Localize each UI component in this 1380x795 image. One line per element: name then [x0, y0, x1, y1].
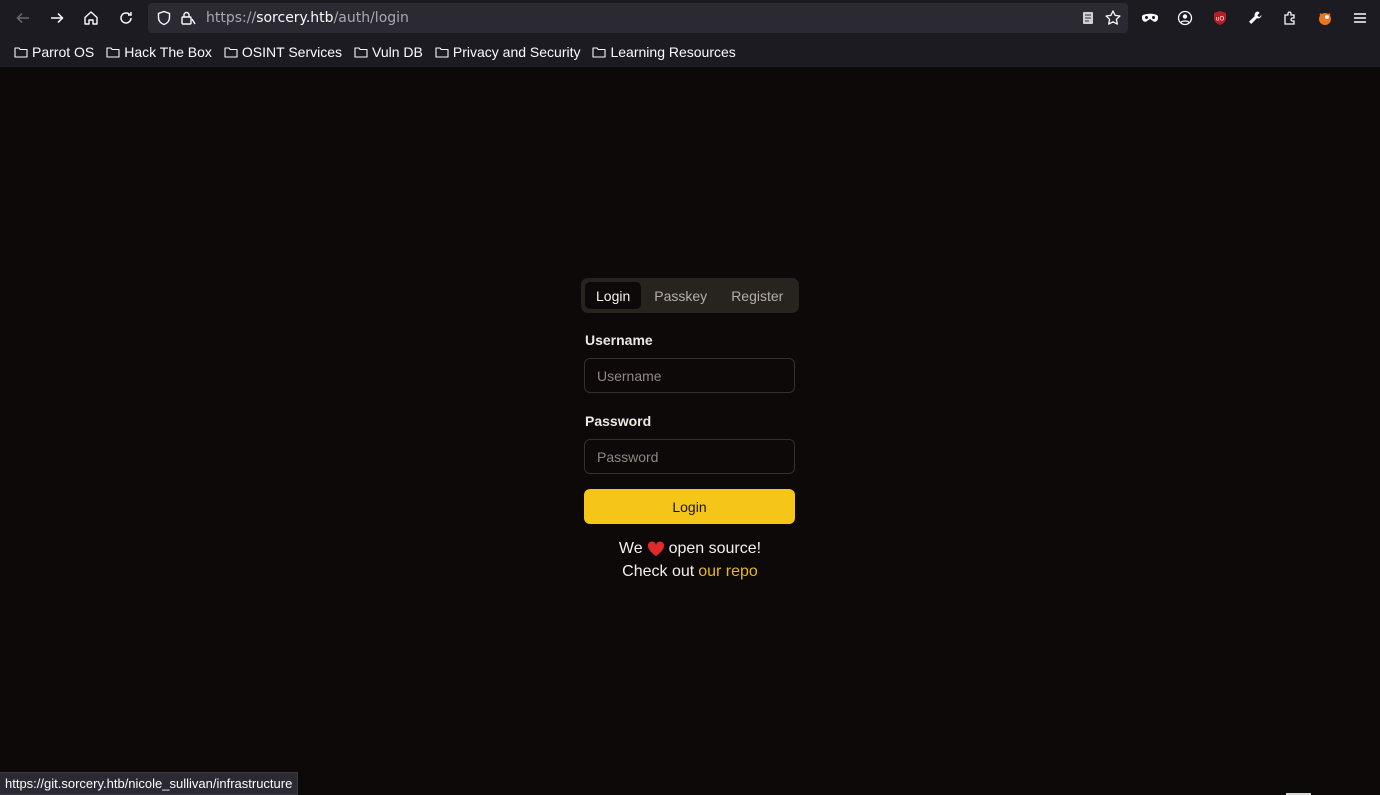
url-scheme: https://: [206, 10, 257, 26]
folder-icon: [354, 46, 368, 58]
auth-tabs: Login Passkey Register: [581, 278, 799, 313]
mask-icon: [1142, 13, 1158, 22]
foxyproxy-button[interactable]: [1310, 3, 1340, 33]
forward-button[interactable]: [42, 3, 72, 33]
bookmark-label: Learning Resources: [610, 43, 736, 60]
open-source-message: We open source!: [560, 540, 820, 558]
password-label: Password: [585, 413, 652, 429]
arrow-right-icon: [51, 12, 64, 24]
arrow-left-icon: [16, 12, 29, 24]
bookmark-folder-privacy-and-security[interactable]: Privacy and Security: [429, 40, 587, 64]
private-browsing-button[interactable]: [1135, 3, 1165, 33]
oss-text-check-out: Check out: [622, 563, 695, 580]
password-input[interactable]: [584, 439, 795, 474]
login-submit-button[interactable]: Login: [584, 489, 795, 524]
link-status-bar: https://git.sorcery.htb/nicole_sullivan/…: [0, 772, 299, 795]
bookmark-folder-learning-resources[interactable]: Learning Resources: [586, 40, 741, 64]
url-host: sorcery.htb: [256, 10, 334, 26]
username-input[interactable]: [584, 358, 795, 393]
puzzle-icon: [1284, 11, 1295, 25]
folder-icon: [106, 46, 120, 58]
tab-register[interactable]: Register: [720, 282, 794, 309]
back-button[interactable]: [8, 3, 38, 33]
svg-text:uO: uO: [1216, 16, 1225, 23]
bookmark-folder-hack-the-box[interactable]: Hack The Box: [100, 40, 218, 64]
bookmark-label: Hack The Box: [124, 43, 212, 60]
repo-link[interactable]: our repo: [698, 563, 758, 581]
bookmark-label: OSINT Services: [241, 43, 343, 60]
bookmark-label: Parrot OS: [32, 43, 95, 60]
bookmarks-toolbar: Parrot OS Hack The Box OSINT Services Vu…: [0, 36, 1380, 68]
browser-toolbar: https://sorcery.htb/auth/login uO: [0, 0, 1380, 36]
tab-passkey[interactable]: Passkey: [643, 282, 718, 309]
home-icon: [84, 11, 98, 25]
shield-icon[interactable]: [156, 10, 172, 26]
bookmark-folder-vuln-db[interactable]: Vuln DB: [348, 40, 429, 64]
extensions-button[interactable]: [1275, 3, 1305, 33]
bookmark-folder-parrot-os[interactable]: Parrot OS: [8, 40, 100, 64]
account-button[interactable]: [1170, 3, 1200, 33]
heart-icon: [647, 541, 664, 556]
account-icon: [1177, 10, 1193, 26]
username-label: Username: [585, 332, 653, 348]
url-text[interactable]: https://sorcery.htb/auth/login: [206, 10, 409, 26]
ublock-shield-icon: uO: [1214, 11, 1226, 25]
devtools-button[interactable]: [1240, 3, 1270, 33]
reload-button[interactable]: [111, 3, 141, 33]
oss-text-we: We: [618, 540, 643, 557]
url-path: /auth/login: [333, 10, 409, 26]
page-content: Login Passkey Register Username Password…: [0, 68, 1380, 795]
app-menu-button[interactable]: [1345, 3, 1375, 33]
bookmark-star-icon[interactable]: [1104, 9, 1122, 27]
folder-icon: [592, 46, 607, 58]
bookmark-label: Privacy and Security: [452, 43, 581, 60]
oss-text-open-source: open source!: [668, 540, 762, 557]
folder-icon: [435, 46, 449, 58]
bookmark-label: Vuln DB: [372, 43, 423, 60]
fox-icon: [1319, 13, 1331, 25]
hamburger-menu-icon: [1354, 13, 1366, 23]
lock-warning-icon[interactable]: [180, 10, 196, 26]
tab-login[interactable]: Login: [585, 282, 642, 309]
reader-view-icon[interactable]: [1080, 10, 1096, 26]
address-bar[interactable]: https://sorcery.htb/auth/login: [148, 3, 1128, 33]
home-button[interactable]: [76, 3, 106, 33]
wrench-icon: [1249, 11, 1262, 24]
bookmark-folder-osint-services[interactable]: OSINT Services: [218, 40, 348, 64]
repo-message: Check out our repo: [560, 563, 820, 581]
reload-icon: [120, 12, 132, 24]
folder-icon: [224, 46, 238, 58]
ublock-button[interactable]: uO: [1205, 3, 1235, 33]
folder-icon: [14, 46, 28, 58]
